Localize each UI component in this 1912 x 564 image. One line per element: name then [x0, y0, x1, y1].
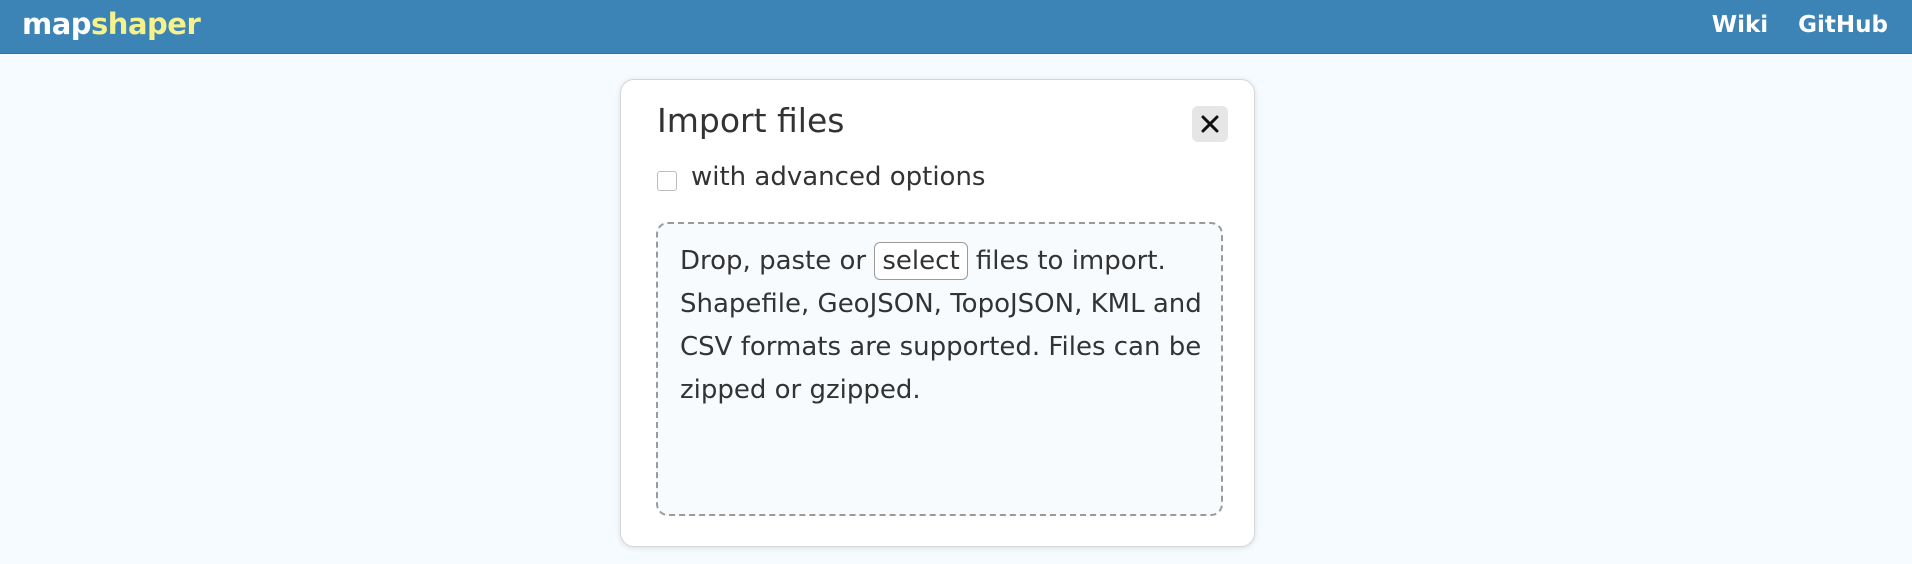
mapshaper-logo[interactable]: mapshaper	[22, 6, 201, 42]
close-icon	[1201, 115, 1219, 133]
select-files-button[interactable]: select	[874, 242, 968, 280]
github-link[interactable]: GitHub	[1798, 10, 1888, 40]
close-button[interactable]	[1192, 106, 1228, 142]
drop-zone-instructions: Drop, paste or select files to import. S…	[680, 240, 1210, 412]
drop-text-before: Drop, paste or	[680, 246, 875, 276]
top-bar: mapshaper Wiki GitHub	[0, 0, 1912, 54]
top-nav: Wiki GitHub	[1712, 10, 1888, 40]
logo-shaper-text: shaper	[91, 7, 201, 41]
advanced-options-label[interactable]: with advanced options	[691, 160, 985, 194]
file-drop-zone[interactable]: Drop, paste or select files to import. S…	[656, 222, 1223, 516]
advanced-options-checkbox[interactable]	[657, 171, 677, 191]
logo-map-text: map	[22, 7, 92, 41]
dialog-title: Import files	[657, 101, 845, 140]
wiki-link[interactable]: Wiki	[1712, 10, 1768, 40]
import-dialog: Import files with advanced options Drop,…	[620, 79, 1255, 547]
advanced-options-row: with advanced options	[657, 160, 985, 194]
